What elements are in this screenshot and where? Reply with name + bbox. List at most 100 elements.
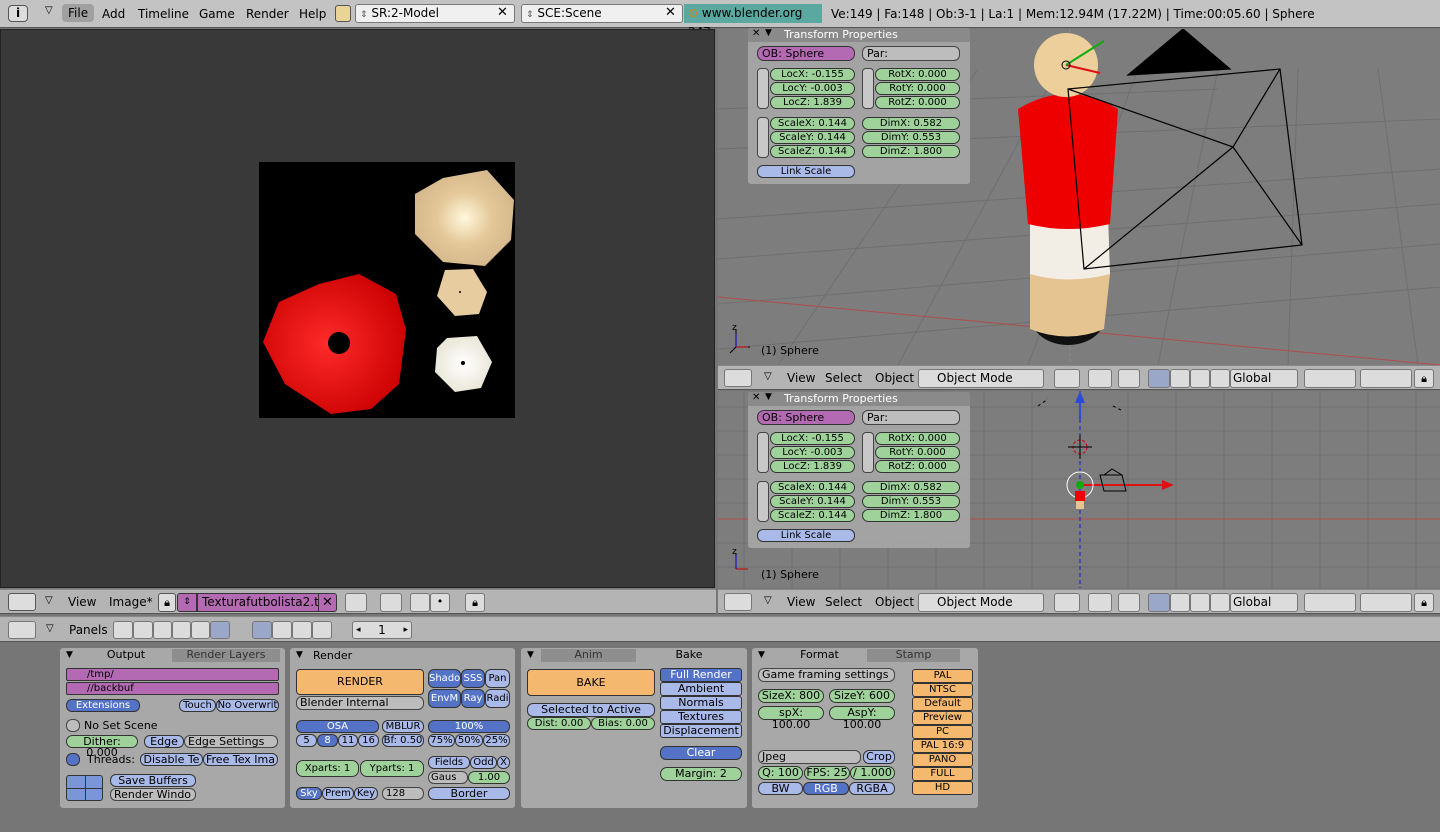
- layers-grid-1[interactable]: [1304, 593, 1356, 612]
- screen-browse-icon[interactable]: [335, 5, 351, 22]
- chevron-down-icon[interactable]: ▽: [46, 623, 54, 634]
- lock-icon[interactable]: 🔒︎: [1414, 369, 1434, 388]
- rot-z-field[interactable]: RotZ: 0.000: [875, 96, 960, 109]
- yparts-field[interactable]: Yparts: 1: [360, 760, 424, 777]
- editor-type-icon[interactable]: [8, 593, 36, 611]
- no-set-scene-toggle[interactable]: [66, 719, 80, 732]
- orientation-selector[interactable]: Global: [1230, 369, 1298, 388]
- context-script-icon[interactable]: [133, 621, 153, 639]
- rgb-button[interactable]: RGB: [803, 782, 849, 795]
- dim-x-field[interactable]: DimX: 0.582: [862, 117, 960, 130]
- preset-pano[interactable]: PANO: [912, 753, 973, 767]
- menu-object[interactable]: Object: [875, 595, 914, 609]
- collapse-icon[interactable]: ▼: [758, 650, 765, 660]
- size-75-button[interactable]: 75%: [428, 734, 455, 747]
- sss-button[interactable]: SSS: [461, 669, 485, 688]
- context-shading-icon[interactable]: [153, 621, 172, 639]
- tab-output[interactable]: Output: [80, 649, 172, 662]
- menu-file[interactable]: File: [62, 4, 95, 22]
- close-icon[interactable]: ✕: [752, 392, 760, 403]
- close-icon[interactable]: ✕: [665, 5, 676, 20]
- menu-select[interactable]: Select: [825, 595, 862, 609]
- bake-button[interactable]: BAKE: [527, 669, 655, 696]
- preset-pal-16-9[interactable]: PAL 16:9: [912, 739, 973, 753]
- gauss-filter-select[interactable]: Gaus: [428, 771, 468, 784]
- rot-y-field[interactable]: RotY: 0.000: [875, 82, 960, 95]
- preset-default[interactable]: Default: [912, 697, 973, 711]
- shading-icon[interactable]: [1054, 369, 1080, 388]
- bake-mode-ao[interactable]: Ambient Occlu: [660, 682, 742, 707]
- editor-type-icon[interactable]: [724, 369, 752, 387]
- dim-x-field[interactable]: DimX: 0.582: [862, 481, 960, 494]
- mode-selector[interactable]: Object Mode: [918, 593, 1044, 612]
- chevron-down-icon[interactable]: ▽: [764, 371, 772, 382]
- tab-render-layers[interactable]: Render Layers: [172, 649, 280, 662]
- manipulator-translate-icon[interactable]: [1148, 369, 1170, 388]
- close-icon[interactable]: ✕: [497, 5, 508, 20]
- rot-z-field[interactable]: RotZ: 0.000: [875, 460, 960, 473]
- loc-x-field[interactable]: LocX: -0.155: [770, 432, 855, 445]
- manipulator-scale-icon[interactable]: [1190, 369, 1210, 388]
- scale-x-field[interactable]: ScaleX: 0.144: [770, 481, 855, 494]
- output-path-field[interactable]: /tmp/: [66, 668, 279, 681]
- tab-anim[interactable]: Anim: [541, 649, 636, 662]
- touch-button[interactable]: Touch: [179, 699, 216, 712]
- menu-view[interactable]: View: [787, 371, 815, 385]
- menu-object[interactable]: Object: [875, 371, 914, 385]
- close-icon[interactable]: ✕: [752, 28, 760, 39]
- preset-ntsc[interactable]: NTSC: [912, 683, 973, 697]
- loc-y-field[interactable]: LocY: -0.003: [770, 82, 855, 95]
- bake-mode-normals[interactable]: Normals: [660, 696, 742, 710]
- mode-selector[interactable]: Object Mode: [918, 369, 1044, 388]
- rot-x-field[interactable]: RotX: 0.000: [875, 432, 960, 445]
- dim-y-field[interactable]: DimY: 0.553: [862, 495, 960, 508]
- size-50-button[interactable]: 50%: [455, 734, 483, 747]
- chevron-down-icon[interactable]: ▽: [45, 595, 53, 606]
- sky-button[interactable]: Sky: [296, 787, 322, 800]
- render-button[interactable]: RENDER: [296, 669, 424, 695]
- blender-website-link[interactable]: ⊙ www.blender.org 247: [684, 4, 822, 39]
- shadow-button[interactable]: Shado: [428, 669, 461, 688]
- mblur-button[interactable]: MBLUR: [382, 720, 424, 733]
- bias-field[interactable]: Bias: 0.00: [591, 717, 655, 730]
- pano-button[interactable]: Pan: [485, 669, 510, 688]
- aspy-field[interactable]: AspY: 100.00: [829, 706, 895, 731]
- radio-button[interactable]: Radi: [485, 689, 510, 708]
- edge-settings-button[interactable]: Edge Settings: [184, 735, 278, 748]
- loc-y-field[interactable]: LocY: -0.003: [770, 446, 855, 459]
- menu-timeline[interactable]: Timeline: [138, 7, 189, 21]
- widget-icon[interactable]: [1118, 369, 1140, 388]
- fps-field[interactable]: FPS: 25: [804, 766, 850, 780]
- render-window-select[interactable]: Render Windo: [110, 788, 196, 801]
- dither-field[interactable]: Dither: 0.000: [66, 735, 138, 758]
- manipulator-rotate-icon[interactable]: [1170, 593, 1190, 612]
- dot-icon[interactable]: •: [430, 593, 450, 612]
- backbuf-path-field[interactable]: //backbuf: [66, 682, 279, 695]
- rot-x-field[interactable]: RotX: 0.000: [875, 68, 960, 81]
- sizex-field[interactable]: SizeX: 800: [758, 689, 824, 703]
- menu-add[interactable]: Add: [102, 7, 125, 21]
- lock-icon[interactable]: [862, 432, 874, 473]
- lock-icon[interactable]: [757, 68, 769, 109]
- menu-view[interactable]: View: [68, 595, 96, 609]
- osa-8-button[interactable]: 8: [317, 734, 338, 747]
- osa-5-button[interactable]: 5: [296, 734, 317, 747]
- link-scale-button[interactable]: Link Scale: [757, 529, 855, 542]
- pivot-icon[interactable]: [1088, 369, 1112, 388]
- tab-format[interactable]: Format: [772, 649, 867, 662]
- panels-menu[interactable]: Panels: [69, 623, 108, 637]
- manipulator-extra-icon[interactable]: [1210, 593, 1230, 612]
- render-engine-select[interactable]: Blender Internal: [296, 696, 424, 710]
- paint-icon[interactable]: [380, 593, 402, 612]
- scale-z-field[interactable]: ScaleZ: 0.144: [770, 145, 855, 158]
- link-scale-button[interactable]: Link Scale: [757, 165, 855, 178]
- dim-z-field[interactable]: DimZ: 1.800: [862, 145, 960, 158]
- envmap-button[interactable]: EnvM: [428, 689, 461, 708]
- dist-field[interactable]: Dist: 0.00: [527, 717, 591, 730]
- layers-grid-1[interactable]: [1304, 369, 1356, 388]
- threads-toggle[interactable]: [66, 753, 80, 766]
- scene-selector[interactable]: ⇕ SCE:Scene: [521, 4, 683, 23]
- context-editing-icon[interactable]: [191, 621, 210, 639]
- image-browse-button[interactable]: ⇕: [177, 593, 197, 612]
- bf-field[interactable]: Bf: 0.50: [382, 734, 424, 747]
